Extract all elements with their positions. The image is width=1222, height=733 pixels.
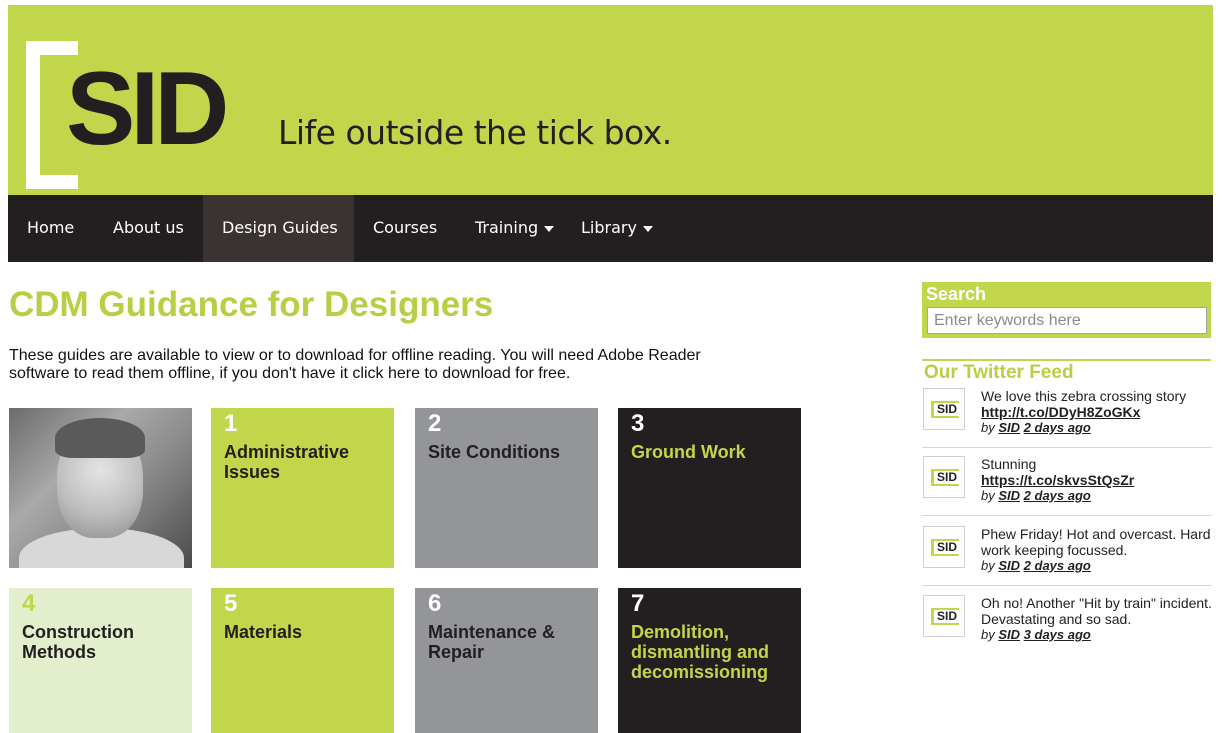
nav-item-training[interactable]: Training xyxy=(456,195,573,262)
nav-item-label: Home xyxy=(27,218,75,237)
tweet-time-link[interactable]: 2 days ago xyxy=(1024,558,1091,573)
avatar-text: SID xyxy=(931,401,959,418)
tweet-author-link[interactable]: SID xyxy=(998,627,1020,642)
sid-avatar-icon[interactable]: SID xyxy=(923,388,965,430)
nav-item-library[interactable]: Library xyxy=(562,195,672,262)
nav-item-design-guides[interactable]: Design Guides xyxy=(203,195,354,262)
nav-item-about-us[interactable]: About us xyxy=(94,195,203,262)
guide-label: Maintenance & Repair xyxy=(428,622,556,662)
nav-item-home[interactable]: Home xyxy=(8,195,93,262)
tweet-time-link[interactable]: 2 days ago xyxy=(1024,420,1091,435)
guide-label: Ground Work xyxy=(631,442,746,462)
tweet-by: by xyxy=(981,488,995,503)
tweet-item: SID Phew Friday! Hot and overcast. Hard … xyxy=(922,526,1212,573)
guide-tile-1[interactable]: 1 Administrative Issues xyxy=(211,408,394,568)
tweet-by: by xyxy=(981,558,995,573)
guide-tile-7[interactable]: 7 Demolition, dismantling and decomissio… xyxy=(618,588,801,733)
sid-logo[interactable]: SID xyxy=(26,41,246,189)
guide-tile-3[interactable]: 3 Ground Work xyxy=(618,408,801,568)
guide-label: Construction Methods xyxy=(22,622,134,662)
tweet-meta: by SID 3 days ago xyxy=(981,627,1212,642)
guide-number: 7 xyxy=(631,590,645,617)
guide-tile-2[interactable]: 2 Site Conditions xyxy=(415,408,598,568)
tweet-meta: by SID 2 days ago xyxy=(981,420,1212,435)
twitter-divider xyxy=(922,359,1211,361)
guide-label: Administrative Issues xyxy=(224,442,350,482)
tweet-link[interactable]: https://t.co/skvsStQsZr xyxy=(981,472,1134,488)
guide-number: 3 xyxy=(631,410,645,437)
nav-item-label: Design Guides xyxy=(222,218,338,237)
tweet-text: We love this zebra crossing story xyxy=(981,388,1187,404)
search-input[interactable] xyxy=(927,307,1207,334)
designer-portrait-image xyxy=(9,408,192,568)
guide-tile-5[interactable]: 5 Materials xyxy=(211,588,394,733)
logo-bracket-left xyxy=(26,41,40,189)
avatar-text: SID xyxy=(931,469,959,486)
search-panel: Search xyxy=(922,282,1211,338)
guide-number: 1 xyxy=(224,410,238,437)
avatar-text: SID xyxy=(931,539,959,556)
guide-number: 6 xyxy=(428,590,442,617)
nav-item-label: Training xyxy=(475,218,539,237)
caret-down-icon xyxy=(642,225,653,232)
nav-item-label: About us xyxy=(113,218,184,237)
guide-label: Demolition, dismantling and decomissioni… xyxy=(631,622,770,682)
tweet-divider xyxy=(922,515,1212,516)
tweet-meta: by SID 2 days ago xyxy=(981,488,1212,503)
tagline: Life outside the tick box. xyxy=(278,113,672,152)
tweet-author-link[interactable]: SID xyxy=(998,420,1020,435)
site-header: SID Life outside the tick box. xyxy=(8,5,1213,195)
tweet-divider xyxy=(922,447,1212,448)
page-title: CDM Guidance for Designers xyxy=(9,285,494,324)
logo-bracket-bottom xyxy=(26,175,78,189)
tweet-text: Stunning xyxy=(981,456,1037,472)
tweet-item: SID Oh no! Another "Hit by train" incide… xyxy=(922,595,1212,642)
guide-number: 4 xyxy=(22,590,36,617)
tweet-time-link[interactable]: 3 days ago xyxy=(1024,627,1091,642)
avatar-text: SID xyxy=(931,608,959,625)
sid-avatar-icon[interactable]: SID xyxy=(923,595,965,637)
tweet-meta: by SID 2 days ago xyxy=(981,558,1212,573)
tweet-by: by xyxy=(981,420,995,435)
sid-avatar-icon[interactable]: SID xyxy=(923,456,965,498)
tweet-author-link[interactable]: SID xyxy=(998,558,1020,573)
tweet-text: Phew Friday! Hot and overcast. Hard work… xyxy=(981,526,1211,558)
caret-down-icon xyxy=(544,225,555,232)
nav-item-courses[interactable]: Courses xyxy=(354,195,456,262)
tweet-divider xyxy=(922,585,1212,586)
guide-label: Materials xyxy=(224,622,303,642)
tweet-text: Oh no! Another "Hit by train" incident. … xyxy=(981,595,1212,627)
guide-tile-4[interactable]: 4 Construction Methods xyxy=(9,588,192,733)
tweet-time-link[interactable]: 2 days ago xyxy=(1024,488,1091,503)
guide-label: Site Conditions xyxy=(428,442,560,462)
logo-text: SID xyxy=(66,51,229,167)
portrait-hair xyxy=(55,418,145,458)
tweet-item: SID Stunning https://t.co/skvsStQsZr by … xyxy=(922,456,1212,503)
main-nav: Home About us Design Guides Courses Trai… xyxy=(8,195,1213,262)
tweet-by: by xyxy=(981,627,995,642)
guide-number: 5 xyxy=(224,590,238,617)
search-label: Search xyxy=(926,284,987,304)
tweet-link[interactable]: http://t.co/DDyH8ZoGKx xyxy=(981,404,1140,420)
intro-text: These guides are available to view or to… xyxy=(9,347,701,382)
nav-item-label: Library xyxy=(581,218,637,237)
guide-number: 2 xyxy=(428,410,442,437)
sid-avatar-icon[interactable]: SID xyxy=(923,526,965,568)
tweet-item: SID We love this zebra crossing story ht… xyxy=(922,388,1212,435)
nav-item-label: Courses xyxy=(373,218,438,237)
guide-tile-6[interactable]: 6 Maintenance & Repair xyxy=(415,588,598,733)
tweet-author-link[interactable]: SID xyxy=(998,488,1020,503)
twitter-feed-title: Our Twitter Feed xyxy=(924,362,1074,383)
